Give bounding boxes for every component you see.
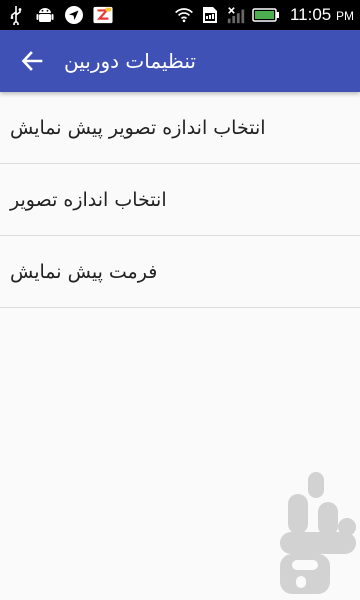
clock-time: 11:05 [289,5,332,24]
settings-item-picture-size[interactable]: انتخاب اندازه تصویر [0,164,360,236]
arrow-left-icon [21,51,43,71]
android-icon [35,5,55,25]
app-toolbar: تنظیمات دوربین [0,30,360,92]
status-bar: 11:05 PM [0,0,360,30]
no-signal-icon [226,5,246,25]
settings-item-label: انتخاب اندازه تصویر [10,188,167,211]
back-button[interactable] [0,30,64,92]
navigation-icon [64,5,84,25]
wifi-icon [174,5,194,25]
settings-item-label: انتخاب اندازه تصویر پیش نمایش [10,116,266,139]
bazaar-logo-icon [278,472,358,596]
settings-list: انتخاب اندازه تصویر پیش نمایش انتخاب اند… [0,92,360,308]
clock: 11:05 PM [290,5,354,25]
sdcard-icon [200,5,220,25]
clock-suffix: PM [336,9,354,23]
battery-icon [252,5,280,25]
usb-icon [6,5,26,25]
page-title: تنظیمات دوربین [64,49,196,73]
app-notification-icon [93,5,113,25]
settings-item-preview-size[interactable]: انتخاب اندازه تصویر پیش نمایش [0,92,360,164]
settings-item-preview-format[interactable]: فرمت پیش نمایش [0,236,360,308]
settings-item-label: فرمت پیش نمایش [10,260,158,283]
